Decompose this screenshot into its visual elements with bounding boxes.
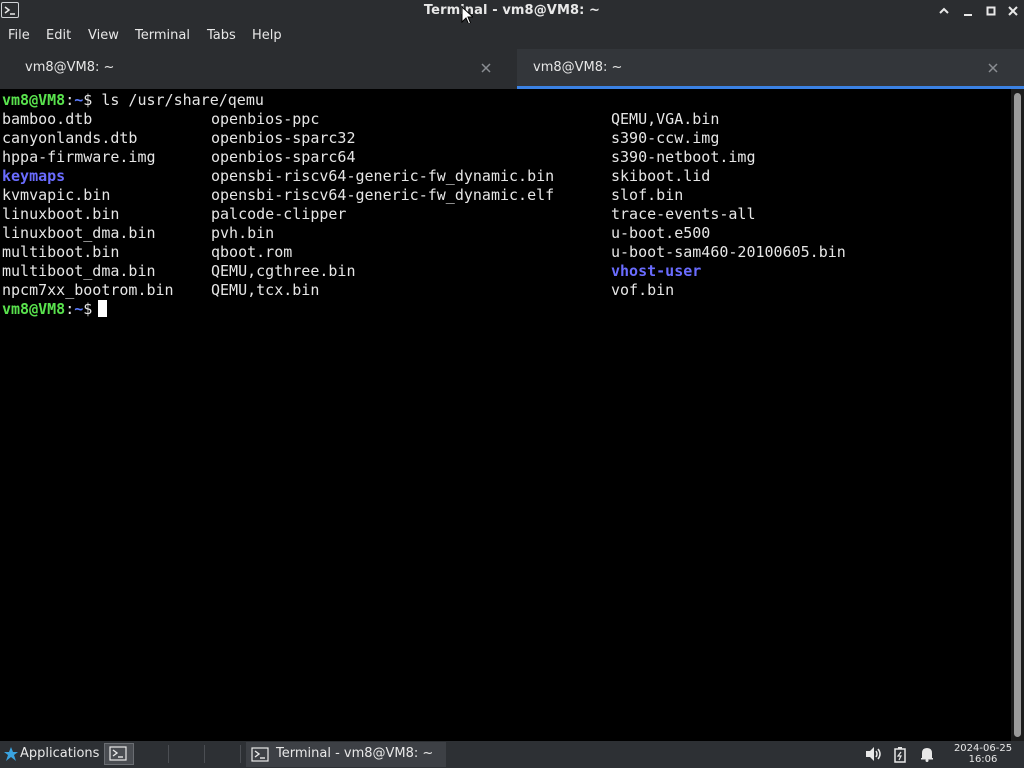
clock-date: 2024-06-25	[953, 743, 1013, 754]
file-entry: u-boot-sam460-20100605.bin	[611, 243, 846, 261]
tab-close-button[interactable]	[986, 61, 1000, 75]
menu-help[interactable]: Help	[252, 28, 282, 43]
file-entry: bamboo.dtb	[2, 110, 93, 128]
file-entry: slof.bin	[611, 186, 684, 204]
prompt-user: vm8@VM8	[2, 91, 66, 109]
window-titlebar[interactable]: Terminal - vm8@VM8: ~	[0, 0, 1024, 26]
minimize-icon	[964, 14, 972, 16]
taskbar-window-terminal[interactable]: Terminal - vm8@VM8: ~	[246, 742, 446, 767]
tab-bar: vm8@VM8: ~ vm8@VM8: ~	[0, 49, 1024, 89]
square-icon	[986, 6, 996, 16]
speaker-icon[interactable]	[865, 746, 883, 766]
file-entry: trace-events-all	[611, 205, 756, 223]
file-entry: linuxboot.bin	[2, 205, 120, 223]
close-icon	[988, 63, 998, 73]
text-cursor	[98, 300, 108, 317]
file-entry: QEMU,tcx.bin	[211, 281, 320, 299]
prompt-separator: :	[65, 300, 75, 318]
close-button[interactable]	[1002, 2, 1024, 20]
tab-close-button[interactable]	[479, 61, 493, 75]
maximize-button[interactable]	[980, 2, 1002, 20]
file-entry: QEMU,cgthree.bin	[211, 262, 356, 280]
tab-label: vm8@VM8: ~	[25, 60, 115, 75]
clock[interactable]: 2024-06-25 16:06	[948, 743, 1018, 765]
chevron-up-icon	[939, 7, 949, 14]
prompt-symbol: $	[83, 300, 93, 318]
terminal-launcher-button[interactable]	[104, 743, 134, 765]
file-entry: vhost-user	[611, 262, 702, 280]
clock-time: 16:06	[968, 754, 998, 765]
tab-label: vm8@VM8: ~	[533, 60, 623, 75]
file-entry: openbios-ppc	[211, 110, 320, 128]
menu-terminal[interactable]: Terminal	[135, 28, 190, 43]
file-entry: pvh.bin	[211, 224, 275, 242]
tab-1[interactable]: vm8@VM8: ~	[0, 49, 510, 89]
terminal-icon	[109, 746, 127, 761]
terminal-scrollbar[interactable]	[1011, 89, 1024, 741]
file-entry: keymaps	[2, 167, 66, 185]
command-line: vm8@VM8:~$ ls /usr/share/qemu	[2, 91, 264, 110]
tab-2[interactable]: vm8@VM8: ~	[517, 49, 1024, 89]
window-title: Terminal - vm8@VM8: ~	[423, 3, 601, 18]
file-entry: u-boot.e500	[611, 224, 711, 242]
file-entry: opensbi-riscv64-generic-fw_dynamic.elf	[211, 186, 555, 204]
file-entry: skiboot.lid	[611, 167, 711, 185]
close-icon	[481, 63, 491, 73]
minimize-window-button[interactable]	[957, 2, 979, 20]
battery-icon[interactable]	[894, 746, 906, 767]
file-entry: kvmvapic.bin	[2, 186, 111, 204]
prompt-user: vm8@VM8	[2, 300, 66, 318]
applications-menu-button[interactable]: Applications	[20, 746, 99, 761]
terminal-icon	[251, 747, 269, 762]
taskbar-separator	[168, 745, 169, 763]
taskbar-window-label: Terminal - vm8@VM8: ~	[276, 746, 434, 761]
scrollbar-thumb[interactable]	[1014, 93, 1021, 737]
terminal-output[interactable]: vm8@VM8:~$ ls /usr/share/qemu bamboo.dtb…	[0, 89, 1011, 741]
file-entry: npcm7xx_bootrom.bin	[2, 281, 174, 299]
prompt-separator: :	[65, 91, 75, 109]
file-entry: multiboot.bin	[2, 243, 120, 261]
file-entry: hppa-firmware.img	[2, 148, 156, 166]
prompt-path: ~	[74, 300, 84, 318]
prompt-symbol: $	[83, 91, 93, 109]
file-entry: canyonlands.dtb	[2, 129, 138, 147]
menu-bar: File Edit View Terminal Tabs Help	[0, 23, 1024, 49]
listing-column-1: bamboo.dtb canyonlands.dtb hppa-firmware.i…	[2, 110, 174, 300]
listing-column-2: openbios-ppc openbios-sparc32 openbios-spa…	[211, 110, 554, 300]
file-entry: s390-ccw.img	[611, 129, 720, 147]
applications-icon[interactable]	[4, 746, 18, 766]
prompt-path: ~	[74, 91, 84, 109]
file-entry: QEMU,VGA.bin	[611, 110, 720, 128]
file-entry: palcode-clipper	[211, 205, 347, 223]
file-entry: openbios-sparc32	[211, 129, 356, 147]
close-icon	[1008, 6, 1018, 16]
command-text: ls /usr/share/qemu	[92, 91, 264, 109]
minimize-button[interactable]	[933, 2, 955, 20]
menu-edit[interactable]: Edit	[46, 28, 71, 43]
file-entry: opensbi-riscv64-generic-fw_dynamic.bin	[211, 167, 555, 185]
file-entry: multiboot_dma.bin	[2, 262, 156, 280]
prompt-line[interactable]: vm8@VM8:~$	[2, 300, 108, 319]
taskbar: Applications Terminal - vm8@VM8: ~ 2024-…	[0, 741, 1024, 768]
taskbar-separator	[240, 745, 241, 763]
menu-tabs[interactable]: Tabs	[207, 28, 236, 43]
menu-view[interactable]: View	[88, 28, 119, 43]
file-entry: s390-netboot.img	[611, 148, 756, 166]
bell-icon[interactable]	[920, 746, 934, 766]
taskbar-separator	[204, 745, 205, 763]
file-entry: qboot.rom	[211, 243, 293, 261]
file-entry: vof.bin	[611, 281, 675, 299]
menu-file[interactable]: File	[8, 28, 30, 43]
listing-column-3: QEMU,VGA.bin s390-ccw.img s390-netboot.img…	[611, 110, 846, 300]
file-entry: linuxboot_dma.bin	[2, 224, 156, 242]
file-entry: openbios-sparc64	[211, 148, 356, 166]
